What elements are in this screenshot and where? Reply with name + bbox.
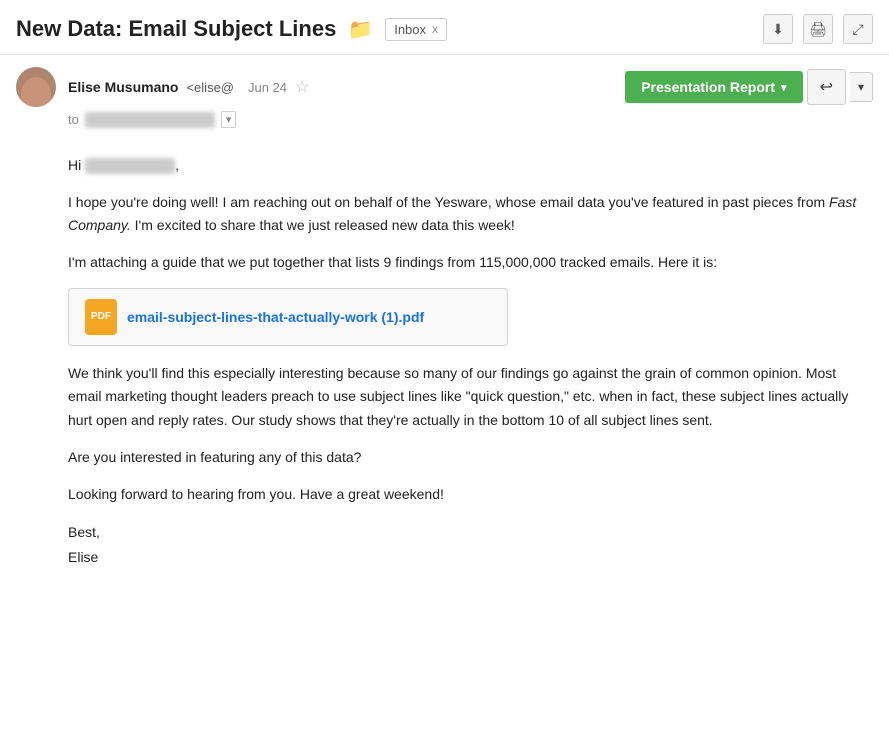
to-recipients <box>85 112 215 128</box>
reply-dropdown-icon: ▾ <box>858 80 864 94</box>
email-date: Jun 24 <box>248 80 287 95</box>
sender-name-line: Elise Musumano <elise@ Jun 24 ☆ <box>68 77 613 97</box>
presentation-dropdown-icon: ▾ <box>781 81 787 94</box>
greeting-prefix: Hi <box>68 157 81 173</box>
signature: Best, Elise <box>68 520 873 570</box>
sign-off: Best, <box>68 520 873 545</box>
attachment-link[interactable]: email-subject-lines-that-actually-work (… <box>127 306 424 328</box>
print-icon: 🖨 <box>809 21 827 38</box>
inbox-label: Inbox <box>394 22 426 37</box>
external-btn[interactable]: ⤢ <box>843 14 873 44</box>
external-icon: ⤢ <box>852 21 863 38</box>
email-subject: New Data: Email Subject Lines <box>16 16 336 42</box>
action-buttons: Presentation Report ▾ ↩ ▾ <box>625 69 873 105</box>
sign-name: Elise <box>68 545 873 570</box>
sender-info: Elise Musumano <elise@ Jun 24 ☆ <box>68 77 613 97</box>
download-icon: ⬇ <box>772 21 784 38</box>
para-2: I'm attaching a guide that we put togeth… <box>68 251 873 274</box>
pdf-icon: PDF <box>85 299 117 335</box>
email-body: Hi , I hope you're doing well! I am reac… <box>0 138 889 586</box>
pdf-label: PDF <box>91 309 111 325</box>
print-btn[interactable]: 🖨 <box>803 14 833 44</box>
para-1-text: I hope you're doing well! I am reaching … <box>68 194 829 210</box>
sender-row: Elise Musumano <elise@ Jun 24 ☆ Presenta… <box>0 55 889 107</box>
to-dropdown-icon[interactable]: ▾ <box>221 111 237 128</box>
reply-dropdown-btn[interactable]: ▾ <box>850 72 873 102</box>
reply-btn[interactable]: ↩ <box>807 69 846 105</box>
reply-icon: ↩ <box>820 77 833 97</box>
presentation-report-label: Presentation Report <box>641 79 775 95</box>
avatar <box>16 67 56 107</box>
folder-icon: 📁 <box>348 17 373 42</box>
to-row: to ▾ <box>0 107 889 138</box>
para-1-suffix: I'm excited to share that we just releas… <box>131 217 515 233</box>
greeting-comma: , <box>175 157 179 173</box>
recipient-name-blurred <box>85 158 175 174</box>
para-3: We think you'll find this especially int… <box>68 362 873 431</box>
presentation-report-btn[interactable]: Presentation Report ▾ <box>625 71 802 103</box>
attachment-box[interactable]: PDF email-subject-lines-that-actually-wo… <box>68 288 508 346</box>
top-bar: New Data: Email Subject Lines 📁 Inbox x … <box>0 0 889 55</box>
download-btn[interactable]: ⬇ <box>763 14 793 44</box>
inbox-badge: Inbox x <box>385 18 447 41</box>
para-5: Looking forward to hearing from you. Hav… <box>68 483 873 506</box>
greeting: Hi , <box>68 154 873 177</box>
to-label: to <box>68 112 79 127</box>
inbox-close-btn[interactable]: x <box>432 22 438 36</box>
para-4: Are you interested in featuring any of t… <box>68 446 873 469</box>
top-actions: ⬇ 🖨 ⤢ <box>763 14 873 44</box>
sender-email: <elise@ <box>186 80 234 95</box>
para-1: I hope you're doing well! I am reaching … <box>68 191 873 237</box>
star-icon[interactable]: ☆ <box>295 77 309 97</box>
sender-name: Elise Musumano <box>68 79 178 95</box>
